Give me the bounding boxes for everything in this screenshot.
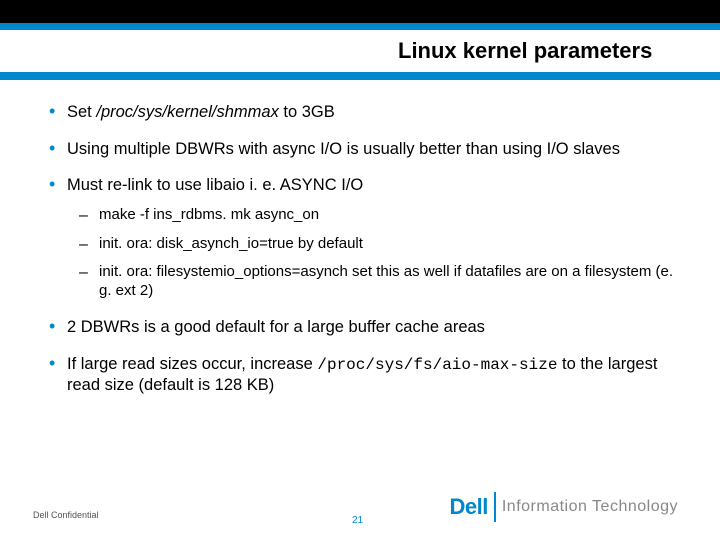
- bullet-item: If large read sizes occur, increase /pro…: [45, 354, 675, 396]
- bullet-item: Must re-link to use libaio i. e. ASYNC I…: [45, 175, 675, 301]
- italic-path: /proc/sys/kernel/shmmax: [96, 103, 278, 121]
- sub-bullet-item: init. ora: disk_asynch_io=true by defaul…: [75, 235, 675, 254]
- sub-bullet-item: make -f ins_rdbms. mk async_on: [75, 206, 675, 225]
- text: to 3GB: [279, 103, 335, 121]
- bullet-item: Set /proc/sys/kernel/shmmax to 3GB: [45, 102, 675, 123]
- page-title: Linux kernel parameters: [0, 30, 720, 72]
- confidential-label: Dell Confidential: [33, 510, 99, 520]
- text: If large read sizes occur, increase: [67, 355, 317, 373]
- sub-bullet-list: make -f ins_rdbms. mk async_on init. ora…: [67, 206, 675, 301]
- text: Must re-link to use libaio i. e. ASYNC I…: [67, 176, 363, 194]
- bullet-item: Using multiple DBWRs with async I/O is u…: [45, 139, 675, 160]
- bullet-item: 2 DBWRs is a good default for a large bu…: [45, 317, 675, 338]
- mono-path: /proc/sys/fs/aio-max-size: [317, 356, 557, 374]
- page-number: 21: [352, 515, 363, 526]
- footer: Dell Confidential 21 Dell Information Te…: [0, 488, 720, 528]
- sub-bullet-item: init. ora: filesystemio_options=asynch s…: [75, 263, 675, 301]
- slide-content: Set /proc/sys/kernel/shmmax to 3GB Using…: [0, 80, 720, 395]
- brand-subtitle: Information Technology: [502, 498, 678, 516]
- bullet-list: Set /proc/sys/kernel/shmmax to 3GB Using…: [45, 102, 675, 395]
- brand-separator-icon: [494, 492, 496, 522]
- brand-block: Dell Information Technology: [450, 492, 679, 522]
- header-black-bar: [0, 0, 720, 23]
- text: Set: [67, 103, 96, 121]
- header-band: Linux kernel parameters: [0, 0, 720, 80]
- dell-logo: Dell: [450, 494, 488, 520]
